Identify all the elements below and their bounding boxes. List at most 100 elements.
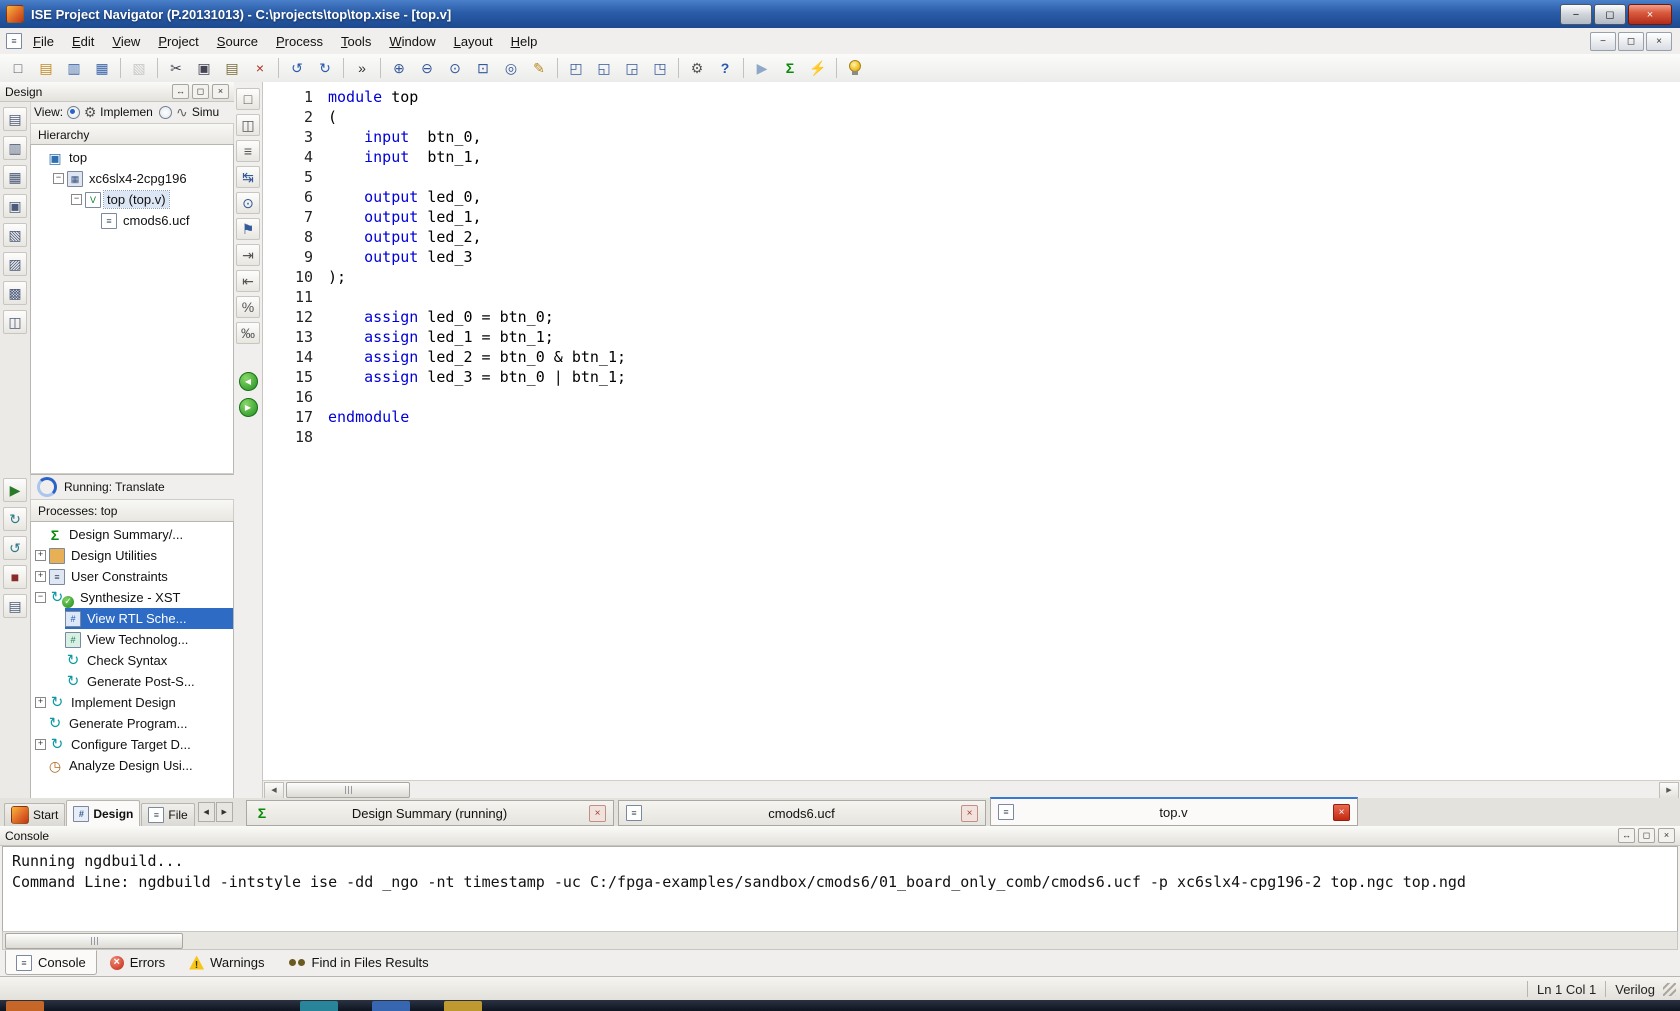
new-file-button[interactable]: □ [4, 55, 32, 81]
zoom-selection-button[interactable]: ◎ [497, 55, 525, 81]
code-line[interactable]: 11 [263, 287, 1680, 307]
options-view-button[interactable]: ▩ [3, 281, 27, 305]
paste-button[interactable]: ▤ [218, 55, 246, 81]
code-line[interactable]: 3 input btn_0, [263, 127, 1680, 147]
panel-tab-files[interactable]: ≡ File [141, 803, 195, 826]
save-all-button[interactable]: ▦ [88, 55, 116, 81]
taskbar-app-2[interactable] [300, 1001, 338, 1011]
editor-horizontal-scrollbar[interactable]: ◀ ▶ [263, 780, 1680, 799]
reports-view-button[interactable]: ▨ [3, 252, 27, 276]
libraries-view-button[interactable]: ▦ [3, 165, 27, 189]
float-console-button[interactable]: ↔ [1618, 828, 1635, 843]
mdi-restore-button[interactable]: ◻ [1618, 31, 1644, 51]
mdi-minimize-button[interactable]: − [1590, 31, 1616, 51]
open-file-button[interactable]: ▤ [32, 55, 60, 81]
toolbar-overflow-button[interactable]: » [348, 55, 376, 81]
print-button[interactable]: ▧ [125, 55, 153, 81]
view-option-simulation[interactable]: ∿ Simu [158, 104, 219, 120]
doc-tab-top-v[interactable]: ≡ top.v × [990, 797, 1358, 826]
process-item[interactable]: + Design Utilities [31, 545, 233, 566]
hierarchy-item[interactable]: ≡ cmods6.ucf [31, 210, 233, 231]
expand-plus-icon[interactable]: + [35, 571, 46, 582]
code-line[interactable]: 17 endmodule [263, 407, 1680, 427]
code-line[interactable]: 12 assign led_0 = btn_0; [263, 307, 1680, 327]
collapse-minus-icon[interactable]: − [71, 194, 82, 205]
rerun-all-button[interactable]: ↺ [3, 536, 27, 560]
code-line[interactable]: 14 assign led_2 = btn_0 & btn_1; [263, 347, 1680, 367]
mdi-close-button[interactable]: × [1646, 31, 1672, 51]
find-button[interactable]: ⊙ [236, 192, 260, 214]
doc-tab-cmods6-ucf[interactable]: ≡ cmods6.ucf × [618, 800, 986, 826]
close-panel-button[interactable]: × [212, 84, 229, 99]
expand-plus-icon[interactable]: + [35, 550, 46, 561]
code-line[interactable]: 2( [263, 107, 1680, 127]
maximize-console-button[interactable]: ◻ [1638, 828, 1655, 843]
float-panel-button[interactable]: ↔ [172, 84, 189, 99]
quick-run-button[interactable]: ⚡ [804, 55, 832, 81]
console-tab-warnings[interactable]: Warnings [178, 950, 275, 975]
expand-plus-icon[interactable]: + [35, 697, 46, 708]
design-panel-header[interactable]: Design ↔ ◻ × [0, 82, 234, 102]
code-line[interactable]: 15 assign led_3 = btn_0 | btn_1; [263, 367, 1680, 387]
process-item[interactable]: ◷ Analyze Design Usi... [31, 755, 233, 776]
run-button[interactable]: ▶ [748, 55, 776, 81]
scrollbar-thumb[interactable] [286, 782, 410, 798]
scroll-right-icon[interactable]: ▶ [1659, 781, 1679, 799]
taskbar-app-4[interactable] [444, 1001, 482, 1011]
tabs-scroll-right-icon[interactable]: ▶ [215, 802, 233, 822]
close-console-button[interactable]: × [1658, 828, 1675, 843]
tile-horizontal-button[interactable]: ◲ [618, 55, 646, 81]
panel-tab-start[interactable]: Start [4, 803, 66, 826]
menu-item-source[interactable]: Source [208, 30, 267, 53]
console-output[interactable]: Running ngdbuild... Command Line: ngdbuil… [2, 846, 1678, 939]
code-line[interactable]: 5 [263, 167, 1680, 187]
process-item[interactable]: + ↻ Configure Target D... [31, 734, 233, 755]
stop-process-button[interactable]: ■ [3, 565, 27, 589]
zoom-full-view-button[interactable]: ⊙ [441, 55, 469, 81]
console-scrollbar-thumb[interactable] [5, 932, 183, 949]
console-tab-errors[interactable]: Errors [99, 950, 176, 975]
new-window-button[interactable]: ◰ [562, 55, 590, 81]
menu-item-project[interactable]: Project [149, 30, 207, 53]
menu-item-edit[interactable]: Edit [63, 30, 103, 53]
process-item[interactable]: # View Technolog... [31, 629, 233, 650]
expand-plus-icon[interactable]: + [35, 739, 46, 750]
design-view-button[interactable]: ▤ [3, 107, 27, 131]
redo-button[interactable]: ↻ [311, 55, 339, 81]
outdent-button[interactable]: ⇤ [236, 270, 260, 292]
menu-item-file[interactable]: File [24, 30, 63, 53]
process-item[interactable]: + ≡ User Constraints [31, 566, 233, 587]
language-templates-button[interactable]: ✎ [525, 55, 553, 81]
sources-view-button[interactable]: ▣ [3, 194, 27, 218]
snapshots-view-button[interactable]: ▧ [3, 223, 27, 247]
close-tab-icon[interactable]: × [961, 804, 978, 822]
taskbar-app-3[interactable] [372, 1001, 410, 1011]
zoom-out-button[interactable]: ⊖ [413, 55, 441, 81]
menu-item-process[interactable]: Process [267, 30, 332, 53]
menu-item-layout[interactable]: Layout [445, 30, 502, 53]
uncomment-button[interactable]: ‰ [236, 322, 260, 344]
windows-taskbar[interactable] [0, 1000, 1680, 1011]
console-tab-find-in-files[interactable]: Find in Files Results [278, 950, 440, 975]
process-item[interactable]: ↻ Check Syntax [31, 650, 233, 671]
close-tab-icon[interactable]: × [589, 804, 606, 822]
code-line[interactable]: 1 module top [263, 87, 1680, 107]
undo-button[interactable]: ↺ [283, 55, 311, 81]
menu-item-window[interactable]: Window [380, 30, 444, 53]
intelligent-help-button[interactable] [841, 55, 869, 81]
console-scrollbar[interactable] [2, 931, 1678, 950]
hierarchy-item[interactable]: − Vtop (top.v) [31, 189, 233, 210]
code-line[interactable]: 4 input btn_1, [263, 147, 1680, 167]
summary-view-button[interactable]: ◫ [3, 310, 27, 334]
menu-item-tools[interactable]: Tools [332, 30, 380, 53]
panel-tab-design[interactable]: # Design [66, 800, 141, 826]
process-item[interactable]: −↻Synthesize - XST [31, 587, 233, 608]
process-item[interactable]: ↻ Generate Program... [31, 713, 233, 734]
code-line[interactable]: 10); [263, 267, 1680, 287]
column-select-button[interactable]: ◫ [236, 114, 260, 136]
nav-forward-button[interactable]: ▶ [236, 396, 260, 418]
code-line[interactable]: 7 output led_1, [263, 207, 1680, 227]
goto-line-button[interactable]: ↹ [236, 166, 260, 188]
context-help-button[interactable]: ? [711, 55, 739, 81]
zoom-in-button[interactable]: ⊕ [385, 55, 413, 81]
